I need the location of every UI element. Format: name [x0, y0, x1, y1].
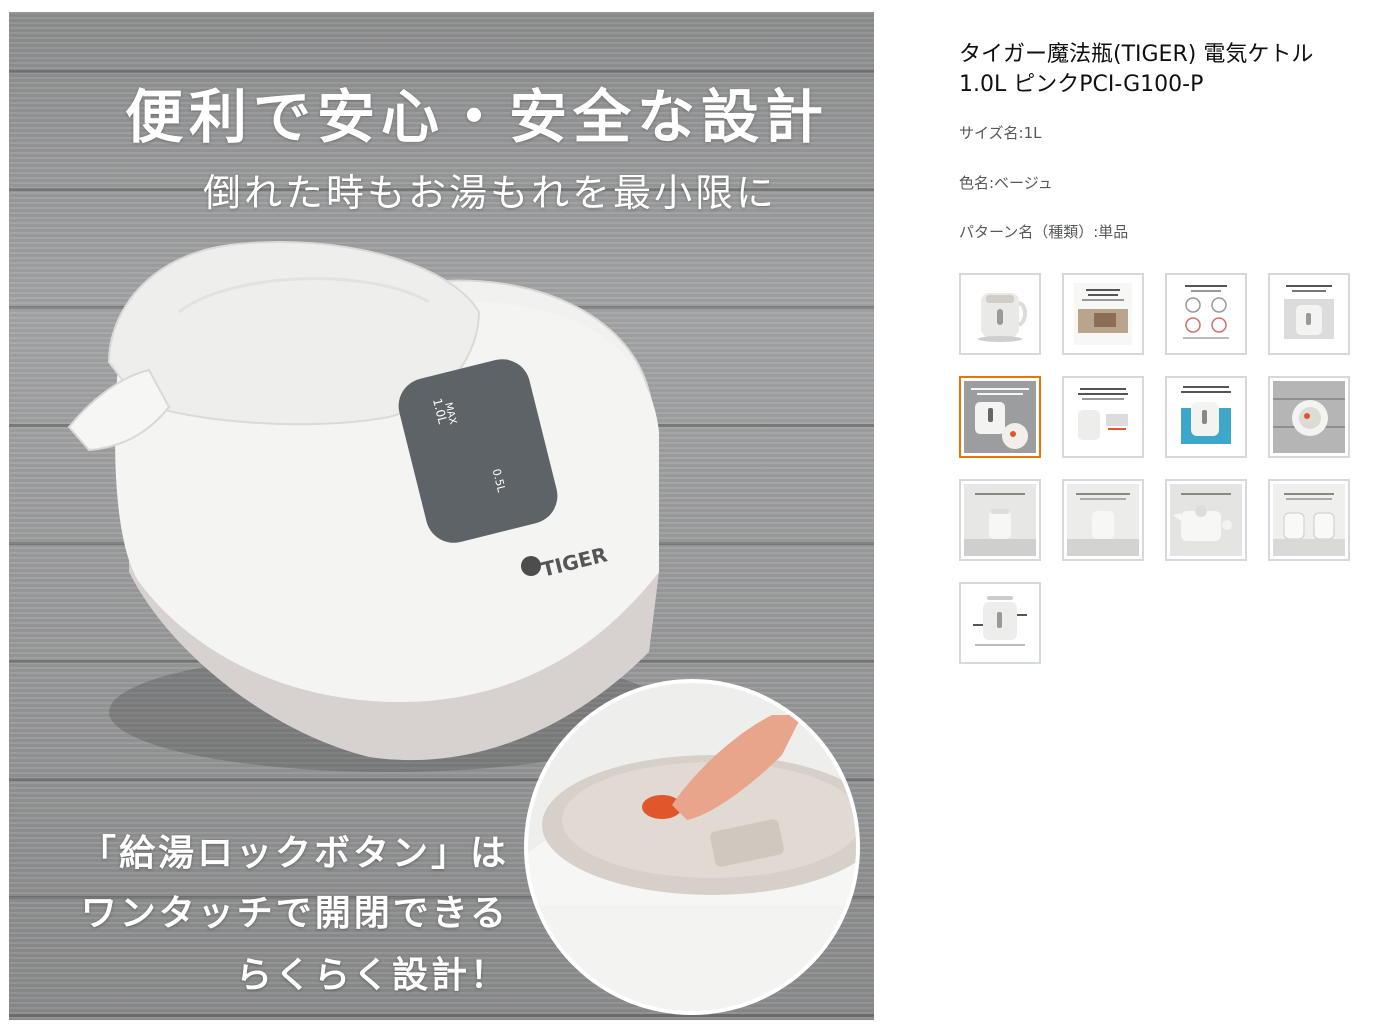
image-headline: 便利で安心・安全な設計 [124, 83, 829, 151]
image-subline: 倒れた時もお湯もれを最小限に [202, 171, 777, 215]
thumb-kettle-detail[interactable] [1268, 273, 1350, 355]
color-attribute: 色名:ベージュ [959, 174, 1053, 192]
thumb-kettle-side[interactable] [1062, 479, 1144, 561]
product-page: 1.0L MAX 0.5L TIGER 便利で安心・安全な設計 倒れた時もお湯も… [0, 0, 1388, 1027]
caption-line-1: 「給湯ロックボタン」は [79, 833, 509, 874]
caption-line-3: らくらく設計！ [235, 955, 509, 996]
thumb-kettle-specs[interactable] [959, 582, 1041, 664]
caption-line-2: ワンタッチで開閉できる [80, 893, 509, 934]
thumb-kettle-photo[interactable] [959, 273, 1041, 355]
thumb-kettle-blue[interactable] [1165, 376, 1247, 458]
thumb-kettle-pair[interactable] [1268, 479, 1350, 561]
pattern-attribute: パターン名（種類）:単品 [959, 223, 1129, 241]
thumb-lock-button[interactable] [959, 376, 1041, 458]
lock-button-inset [524, 679, 860, 1015]
thumb-safety-diagram[interactable] [1165, 273, 1247, 355]
size-attribute: サイズ名:1L [959, 124, 1042, 142]
thumb-kettle-top[interactable] [1268, 376, 1350, 458]
thumbnail-grid [959, 273, 1359, 664]
thumb-photo-card[interactable] [1062, 273, 1144, 355]
main-product-image[interactable]: 1.0L MAX 0.5L TIGER 便利で安心・安全な設計 倒れた時もお湯も… [9, 12, 874, 1020]
thumb-features[interactable] [1062, 376, 1144, 458]
product-title: タイガー魔法瓶(TIGER) 電気ケトル 1.0L ピンクPCI-G100-P [959, 42, 1314, 97]
thumb-kettle-parts[interactable] [1165, 479, 1247, 561]
thumb-kettle-table[interactable] [959, 479, 1041, 561]
